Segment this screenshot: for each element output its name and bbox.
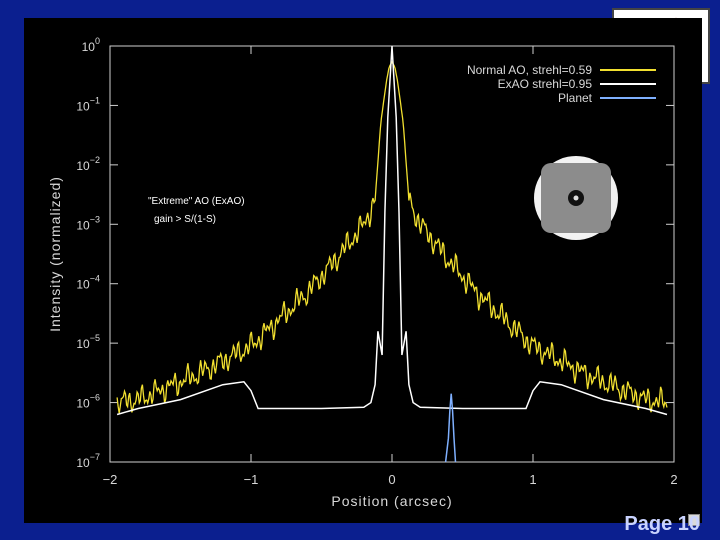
y-tick-label: 10−6 xyxy=(76,393,100,411)
y-tick-label: 10−4 xyxy=(76,274,100,292)
legend-label: Planet xyxy=(558,91,593,105)
page-label: Page 10 xyxy=(624,513,700,535)
y-tick-label: 10−5 xyxy=(76,333,100,351)
y-tick-label: 10−1 xyxy=(76,95,100,113)
plot-frame: 100 10−1 10−2 10−3 10−4 10−5 10−6 10−7 −2 −1 0 1 2 Po… xyxy=(24,18,702,523)
x-tick-label: 0 xyxy=(388,472,395,487)
y-tick-label: 10−3 xyxy=(76,214,100,232)
annotation-exao: "Extreme" AO (ExAO) xyxy=(148,196,245,207)
psf-inset-peak xyxy=(573,195,579,201)
legend-label: ExAO strehl=0.95 xyxy=(498,77,593,91)
y-tick-label: 100 xyxy=(82,36,100,54)
y-axis-label: Intensity (normalized) xyxy=(47,176,63,332)
annotation-gain: gain > S/(1-S) xyxy=(154,214,216,225)
plot-area-border xyxy=(109,45,675,463)
x-tick-label: 1 xyxy=(529,472,536,487)
series-line-3 xyxy=(444,393,457,463)
x-tick-label: 2 xyxy=(670,472,677,487)
legend-label: Normal AO, strehl=0.59 xyxy=(467,63,592,77)
x-tick-label: −1 xyxy=(244,472,259,487)
y-tick-label: 10−2 xyxy=(76,155,100,173)
y-tick-label: 10−7 xyxy=(76,452,100,470)
x-axis-label: Position (arcsec) xyxy=(331,493,452,509)
chart: 100 10−1 10−2 10−3 10−4 10−5 10−6 10−7−2 −1 0 1 2 Po… xyxy=(47,36,678,509)
x-tick-label: −2 xyxy=(103,472,118,487)
